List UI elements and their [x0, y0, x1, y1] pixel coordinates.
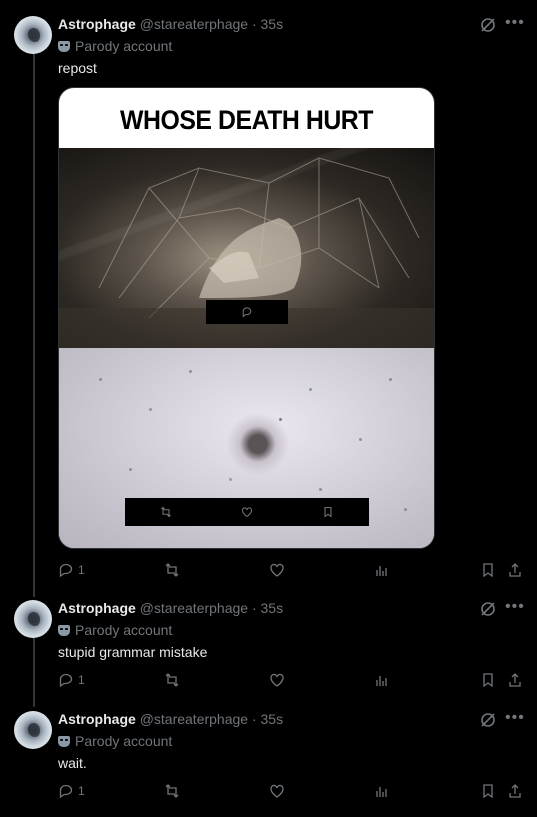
- tweet[interactable]: Astrophage @stareaterphage · 35s ••• Par…: [0, 705, 537, 817]
- like-button[interactable]: [269, 560, 285, 580]
- parody-mask-icon: [58, 624, 70, 636]
- tweet-actions: 1: [58, 670, 523, 690]
- like-icon: [270, 563, 284, 577]
- avatar[interactable]: [14, 600, 52, 638]
- reply-count: 1: [78, 784, 85, 798]
- user-handle[interactable]: @stareaterphage: [140, 600, 248, 616]
- tweet-actions: 1: [58, 560, 523, 580]
- tweet-media[interactable]: WHOSE DEATH HURT MORE?: [58, 87, 435, 549]
- tweet-text: stupid grammar mistake: [58, 644, 208, 660]
- bookmark-icon: [324, 506, 332, 518]
- more-icon[interactable]: •••: [505, 599, 524, 618]
- grok-icon[interactable]: [479, 711, 497, 729]
- reply-icon: [59, 563, 73, 578]
- meme-title: WHOSE DEATH HURT MORE?: [74, 88, 419, 199]
- tweet[interactable]: Astrophage @stareaterphage · 35s ••• Par…: [0, 10, 537, 590]
- bookmark-button[interactable]: [480, 560, 496, 580]
- like-icon: [270, 673, 284, 687]
- views-icon: [376, 566, 387, 576]
- like-icon: [270, 784, 284, 798]
- share-button[interactable]: [507, 781, 523, 801]
- bookmark-button[interactable]: [480, 781, 496, 801]
- parody-text: Parody account: [75, 622, 173, 638]
- share-icon: [509, 673, 521, 687]
- bookmark-icon: [483, 673, 493, 688]
- parody-text: Parody account: [75, 38, 173, 54]
- user-handle[interactable]: @stareaterphage: [140, 16, 248, 32]
- avatar[interactable]: [14, 711, 52, 749]
- bookmark-icon: [483, 784, 493, 799]
- tweet-header: Astrophage @stareaterphage · 35s: [58, 711, 537, 729]
- share-button[interactable]: [507, 560, 523, 580]
- parody-mask-icon: [58, 735, 70, 747]
- tweet-text: wait.: [58, 755, 87, 771]
- more-icon[interactable]: •••: [505, 15, 524, 34]
- timestamp[interactable]: · 35s: [252, 16, 283, 32]
- views-icon: [376, 676, 387, 686]
- reply-button[interactable]: 1: [58, 670, 85, 690]
- more-icon[interactable]: •••: [505, 710, 524, 729]
- display-name[interactable]: Astrophage: [58, 711, 136, 727]
- like-button[interactable]: [269, 670, 285, 690]
- views-button[interactable]: [374, 560, 390, 580]
- parody-label: Parody account: [58, 38, 172, 54]
- parody-mask-icon: [58, 40, 70, 52]
- repost-button[interactable]: [164, 670, 180, 690]
- views-icon: [376, 787, 387, 797]
- bookmark-icon: [483, 563, 493, 578]
- tweet[interactable]: Astrophage @stareaterphage · 35s ••• Par…: [0, 594, 537, 706]
- repost-icon: [165, 673, 179, 687]
- avatar[interactable]: [14, 16, 52, 54]
- video-overlay-bar: [206, 300, 288, 324]
- reply-count: 1: [78, 673, 85, 687]
- share-button[interactable]: [507, 670, 523, 690]
- repost-button[interactable]: [164, 781, 180, 801]
- views-button[interactable]: [374, 670, 390, 690]
- grok-icon[interactable]: [479, 600, 497, 618]
- parody-text: Parody account: [75, 733, 173, 749]
- display-name[interactable]: Astrophage: [58, 16, 136, 32]
- display-name[interactable]: Astrophage: [58, 600, 136, 616]
- parody-label: Parody account: [58, 622, 172, 638]
- tweet-header: Astrophage @stareaterphage · 35s: [58, 16, 537, 34]
- bookmark-button[interactable]: [480, 670, 496, 690]
- repost-icon: [165, 563, 179, 577]
- views-button[interactable]: [374, 781, 390, 801]
- repost-icon: [160, 506, 171, 518]
- reply-icon: [59, 784, 73, 799]
- grok-icon[interactable]: [479, 16, 497, 34]
- reply-button[interactable]: 1: [58, 781, 85, 801]
- tweet-text: repost: [58, 60, 97, 76]
- share-icon: [509, 784, 521, 798]
- reply-icon: [242, 307, 252, 318]
- reply-button[interactable]: 1: [58, 560, 85, 580]
- repost-icon: [165, 784, 179, 798]
- parody-label: Parody account: [58, 733, 172, 749]
- user-handle[interactable]: @stareaterphage: [140, 711, 248, 727]
- like-button[interactable]: [269, 781, 285, 801]
- tweet-actions: 1: [58, 781, 523, 801]
- repost-button[interactable]: [164, 560, 180, 580]
- reply-count: 1: [78, 563, 85, 577]
- video-overlay-actions: [125, 498, 369, 526]
- share-icon: [509, 563, 521, 577]
- reply-icon: [59, 673, 73, 688]
- timestamp[interactable]: · 35s: [252, 600, 283, 616]
- tweet-header: Astrophage @stareaterphage · 35s: [58, 600, 537, 618]
- timestamp[interactable]: · 35s: [252, 711, 283, 727]
- like-icon: [241, 507, 253, 518]
